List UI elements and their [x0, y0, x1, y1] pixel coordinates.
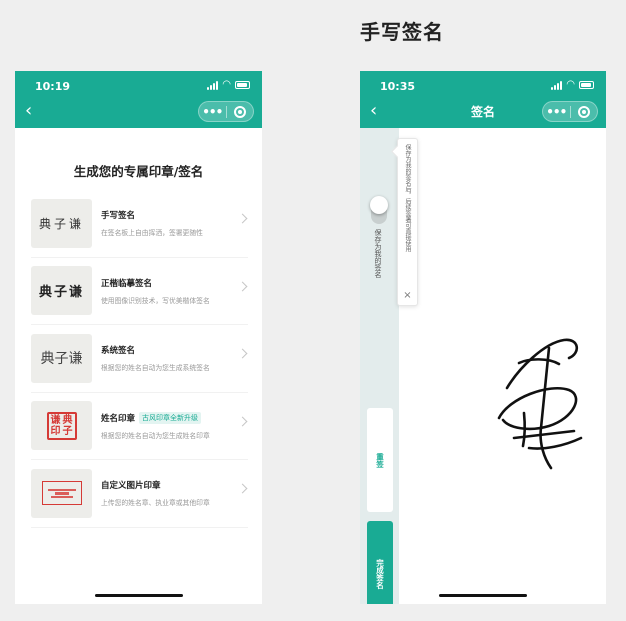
phone-screen-signature: 10:35 ◠ ‹ 签名 ••• 保存为我的签名 重签 完成签名 保存为我的签名… [360, 71, 606, 604]
item-description: 使用图像识别技术，写优美楷体签名 [101, 296, 210, 305]
wifi-icon: ◠ [222, 79, 231, 90]
name-seal-preview: 谦 典 印 子 [31, 401, 92, 451]
wifi-icon: ◠ [566, 79, 575, 90]
finish-signature-button[interactable]: 完成签名 [367, 521, 393, 604]
signature-type-list: 典子谦 手写签名 在签名板上自由挥洒，签署更随性 典子谦 正楷临摹签名 使用图像… [31, 190, 248, 528]
resign-button[interactable]: 重签 [367, 408, 393, 512]
status-icons: ◠ [207, 80, 250, 90]
home-indicator [439, 594, 527, 597]
item-description: 在签名板上自由挥洒，签署更随性 [101, 229, 203, 238]
seal-char: 谦 [50, 414, 61, 426]
seal-char: 典 [62, 414, 73, 426]
close-target-icon[interactable] [227, 105, 254, 118]
mini-program-capsule: ••• [198, 101, 254, 122]
finish-label: 完成签名 [375, 558, 385, 589]
status-time: 10:19 [35, 80, 71, 93]
battery-icon [235, 81, 250, 89]
preview-text: 典子谦 [38, 216, 84, 231]
save-signature-label: 保存为我的签名 [374, 229, 382, 278]
item-description: 上传您的姓名章、执业章或其他印章 [101, 499, 210, 508]
status-time: 10:35 [380, 80, 416, 93]
seal-char: 子 [62, 425, 73, 437]
item-description: 根据您的姓名自动为您生成姓名印章 [101, 431, 210, 440]
system-preview: 典子谦 [31, 333, 92, 383]
item-title: 正楷临摹签名 [101, 278, 153, 289]
back-icon[interactable]: ‹ [25, 102, 32, 120]
seal-icon: 谦 典 印 子 [46, 411, 77, 440]
control-panel: 保存为我的签名 重签 完成签名 [360, 128, 399, 604]
regular-script-preview: 典子谦 [31, 266, 92, 316]
list-item-regular-script[interactable]: 典子谦 正楷临摹签名 使用图像识别技术，写优美楷体签名 [31, 258, 248, 325]
close-target-icon[interactable] [571, 105, 598, 118]
handwritten-preview: 典子谦 [31, 198, 92, 248]
home-indicator [94, 594, 183, 597]
phone-screen-menu: 10:19 ◠ ‹ ••• 生成您的专属印章/签名 典子谦 手写签名 在签名板上… [15, 71, 262, 604]
page-heading: 手写签名 [360, 20, 444, 44]
signature-canvas[interactable] [399, 128, 606, 604]
custom-stamp-preview [31, 468, 92, 518]
upgrade-badge: 古风印章全新升级 [139, 411, 202, 424]
save-signature-toggle[interactable] [370, 196, 388, 224]
seal-char: 印 [50, 425, 61, 437]
item-description: 根据您的姓名自动为您生成系统签名 [101, 364, 210, 373]
stamp-icon [41, 481, 82, 506]
list-item-custom-stamp[interactable]: 自定义图片印章 上传您的姓名章、执业章或其他印章 [31, 460, 248, 528]
item-title: 姓名印章 古风印章全新升级 [101, 411, 248, 424]
resign-label: 重签 [375, 452, 385, 468]
item-title: 系统签名 [101, 346, 136, 357]
save-tip-tooltip: 保存为我的签名后，后续签署可直接使用 × [397, 138, 418, 306]
battery-icon [579, 81, 594, 89]
preview-text: 典子谦 [40, 351, 83, 368]
more-icon[interactable]: ••• [199, 106, 226, 118]
nav-bar: 10:19 ◠ ‹ ••• [15, 71, 262, 128]
item-title: 自定义图片印章 [101, 481, 161, 492]
status-icons: ◠ [551, 80, 594, 90]
signal-icon [207, 80, 219, 90]
toggle-knob [370, 196, 388, 214]
preview-text: 典子谦 [38, 285, 84, 301]
list-item-handwritten[interactable]: 典子谦 手写签名 在签名板上自由挥洒，签署更随性 [31, 190, 248, 258]
signal-icon [551, 80, 563, 90]
item-title: 手写签名 [101, 211, 136, 222]
list-item-name-seal[interactable]: 谦 典 印 子 姓名印章 古风印章全新升级 根据您的姓名自动为您生成姓名印章 [31, 393, 248, 460]
close-icon[interactable]: × [398, 291, 417, 301]
mini-program-capsule: ••• [542, 101, 598, 122]
nav-bar: 10:35 ◠ ‹ 签名 ••• [360, 71, 606, 128]
page-title: 生成您的专属印章/签名 [73, 164, 204, 179]
more-icon[interactable]: ••• [543, 106, 570, 118]
list-item-system[interactable]: 典子谦 系统签名 根据您的姓名自动为您生成系统签名 [31, 325, 248, 393]
tooltip-text: 保存为我的签名后，后续签署可直接使用 [404, 144, 411, 252]
handwritten-signature-strokes [497, 338, 583, 470]
